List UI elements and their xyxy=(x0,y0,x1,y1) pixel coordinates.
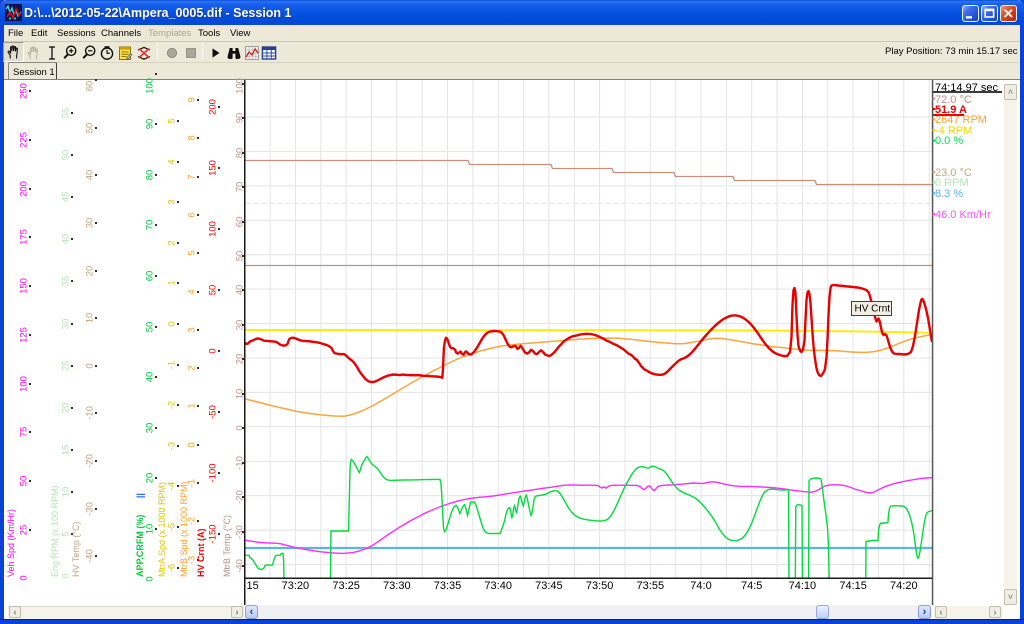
svg-text:HV Crnt: HV Crnt xyxy=(855,304,891,315)
